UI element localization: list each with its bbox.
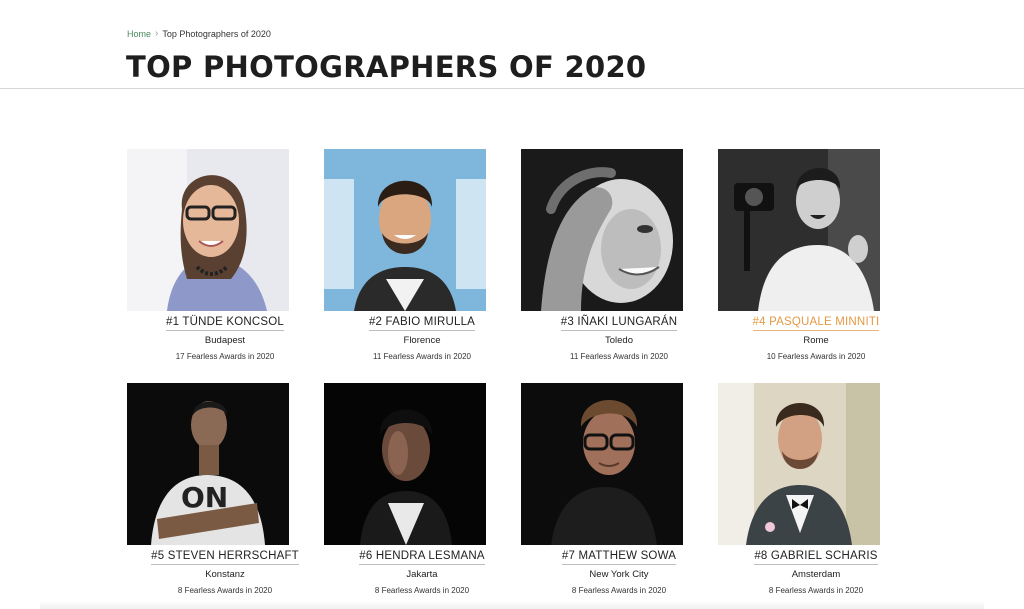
photographer-card: ON #5 STEVEN HERRSCHAFT Konstanz 8 Fearl…: [127, 383, 323, 595]
portrait-photo: ON: [127, 383, 289, 545]
photographer-name-link[interactable]: #2 FABIO MIRULLA: [368, 316, 476, 331]
portrait-photo: [521, 149, 683, 311]
photographer-awards: 11 Fearless Awards in 2020: [373, 352, 471, 361]
photographer-awards: 8 Fearless Awards in 2020: [177, 586, 273, 595]
portrait-photo: [127, 149, 289, 311]
photographer-card: #4 PASQUALE MINNITI Rome 10 Fearless Awa…: [718, 149, 914, 361]
photographer-card: #7 MATTHEW SOWA New York City 8 Fearless…: [521, 383, 717, 595]
photographer-name-link[interactable]: #7 MATTHEW SOWA: [561, 550, 677, 565]
photographer-avatar[interactable]: [127, 149, 323, 311]
photographer-avatar[interactable]: [324, 383, 520, 545]
photographer-avatar[interactable]: [521, 383, 717, 545]
photographer-city: Jakarta: [406, 569, 438, 580]
portrait-photo: [324, 383, 486, 545]
photographer-card: #8 GABRIEL SCHARIS Amsterdam 8 Fearless …: [718, 383, 914, 595]
photographer-name-link[interactable]: #5 STEVEN HERRSCHAFT: [151, 550, 299, 565]
photographer-awards: 10 Fearless Awards in 2020: [766, 352, 866, 361]
photographer-awards: 8 Fearless Awards in 2020: [571, 586, 667, 595]
photographer-grid: #1 TÜNDE KONCSOL Budapest 17 Fearless Aw…: [0, 0, 1024, 609]
photographer-card: #2 FABIO MIRULLA Florence 11 Fearless Aw…: [324, 149, 520, 361]
photographer-awards: 17 Fearless Awards in 2020: [175, 352, 275, 361]
portrait-photo: [718, 383, 880, 545]
photographer-card: #3 IÑAKI LUNGARÁN Toledo 11 Fearless Awa…: [521, 149, 717, 361]
photographer-city: Budapest: [204, 335, 246, 346]
photographer-name-link[interactable]: #8 GABRIEL SCHARIS: [754, 550, 878, 565]
portrait-photo: [718, 149, 880, 311]
photographer-name-link[interactable]: #4 PASQUALE MINNITI: [752, 316, 880, 331]
portrait-photo: [324, 149, 486, 311]
footer-shadow: [40, 601, 984, 609]
photographer-city: Amsterdam: [791, 569, 841, 580]
photographer-avatar[interactable]: [324, 149, 520, 311]
photographer-name-link[interactable]: #6 HENDRA LESMANA: [359, 550, 485, 565]
photographer-city: Florence: [403, 335, 441, 346]
photographer-awards: 8 Fearless Awards in 2020: [374, 586, 470, 595]
photographer-city: Konstanz: [205, 569, 245, 580]
photographer-name-link[interactable]: #1 TÜNDE KONCSOL: [165, 316, 285, 331]
photographer-card: #6 HENDRA LESMANA Jakarta 8 Fearless Awa…: [324, 383, 520, 595]
photographer-name-link[interactable]: #3 IÑAKI LUNGARÁN: [560, 316, 678, 331]
portrait-photo: [521, 383, 683, 545]
photographer-avatar[interactable]: [718, 149, 914, 311]
photographer-city: Rome: [803, 335, 829, 346]
photographer-city: Toledo: [605, 335, 633, 346]
photographer-avatar[interactable]: ON: [127, 383, 323, 545]
photographer-avatar[interactable]: [521, 149, 717, 311]
photographer-avatar[interactable]: [718, 383, 914, 545]
photographer-card: #1 TÜNDE KONCSOL Budapest 17 Fearless Aw…: [127, 149, 323, 361]
photographer-awards: 11 Fearless Awards in 2020: [570, 352, 668, 361]
photographer-awards: 8 Fearless Awards in 2020: [768, 586, 864, 595]
photographer-city: New York City: [589, 569, 649, 580]
